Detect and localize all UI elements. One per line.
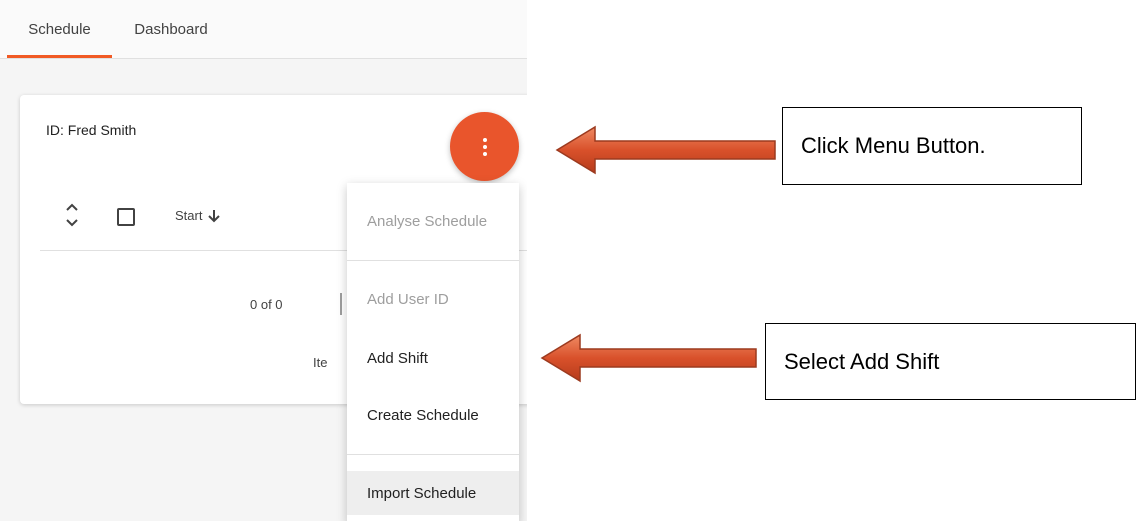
tab-bar: Schedule Dashboard — [0, 0, 527, 59]
annotation-arrow-2 — [540, 333, 757, 383]
menu-button[interactable] — [450, 112, 519, 181]
callout-select-add-shift: Select Add Shift — [765, 323, 1136, 400]
tab-dashboard[interactable]: Dashboard — [112, 0, 230, 58]
menu-item-import-schedule[interactable]: Import Schedule — [347, 471, 519, 515]
stage: Schedule Dashboard ID: Fred Smith Start — [0, 0, 1136, 521]
menu-item-create-schedule[interactable]: Create Schedule — [347, 393, 519, 437]
menu-divider — [347, 260, 519, 261]
tab-schedule[interactable]: Schedule — [7, 0, 112, 58]
arrow-down-icon — [208, 209, 221, 222]
tab-active-indicator — [7, 55, 112, 58]
annotation-arrow-1 — [555, 125, 776, 175]
callout-click-menu-button: Click Menu Button. — [782, 107, 1082, 185]
menu-item-add-user-id: Add User ID — [367, 290, 449, 308]
select-all-checkbox[interactable] — [117, 208, 135, 226]
unfold-icon[interactable] — [64, 202, 80, 228]
more-vertical-icon — [482, 137, 487, 156]
pager-separator — [340, 293, 342, 315]
items-per-page-label: Ite — [313, 355, 328, 370]
menu-divider — [347, 454, 519, 455]
start-column-header[interactable]: Start — [175, 208, 221, 223]
user-id-label: ID: Fred Smith — [46, 122, 137, 138]
menu-item-add-shift[interactable]: Add Shift — [347, 336, 519, 380]
start-header-label: Start — [175, 208, 203, 223]
app-window: Schedule Dashboard ID: Fred Smith Start — [0, 0, 527, 521]
menu-item-analyse-schedule: Analyse Schedule — [367, 212, 488, 230]
pager-count: 0 of 0 — [250, 297, 283, 312]
actions-menu: Analyse Schedule Add User ID Add Shift C… — [347, 183, 519, 521]
